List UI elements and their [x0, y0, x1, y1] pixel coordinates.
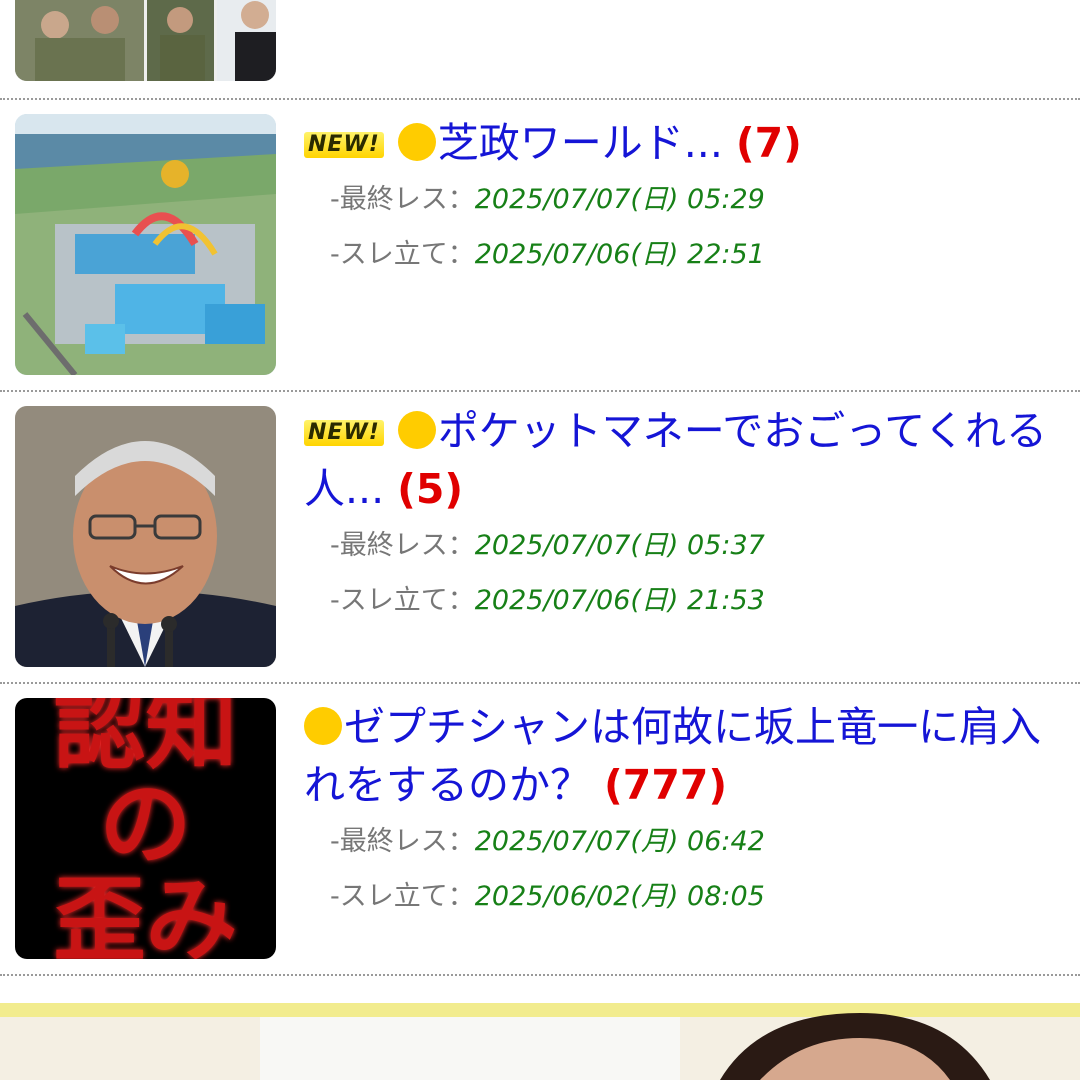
- thread-thumbnail[interactable]: [15, 406, 276, 667]
- thread-thumbnail[interactable]: 認知 の 歪み: [15, 698, 276, 959]
- thread-title-line[interactable]: NEW! 芝政ワールド... (7): [304, 114, 1056, 172]
- last-res-date: 2025/07/07(日) 05:37: [474, 530, 765, 561]
- last-res-label: -最終レス：: [330, 826, 475, 857]
- created-label: -スレ立て：: [330, 239, 475, 270]
- thread-item[interactable]: NEW! 芝政ワールド... (7) -最終レス：2025/07/07(日) 05…: [0, 100, 1080, 392]
- created-date: 2025/06/02(月) 08:05: [474, 881, 765, 912]
- status-dot-icon: [397, 123, 436, 161]
- reply-count: (777): [604, 761, 728, 809]
- thumb-text: の: [99, 770, 192, 878]
- last-res-date: 2025/07/07(月) 06:42: [474, 826, 765, 857]
- thread-item[interactable]: 認知 の 歪み ゼプチシャンは何故に坂上竜一に肩入れをするのか？ (777) -…: [0, 684, 1080, 976]
- thread-info: ゼプチシャンは何故に坂上竜一に肩入れをするのか？ (777) -最終レス：202…: [304, 698, 1056, 924]
- created-date: 2025/07/06(日) 22:51: [474, 239, 765, 270]
- created-date: 2025/07/06(日) 21:53: [474, 585, 765, 616]
- thread-title-line[interactable]: NEW! ポケットマネーでおごってくれる人... (5): [304, 402, 1056, 518]
- created-label: -スレ立て：: [330, 585, 475, 616]
- reply-count: (7): [735, 119, 802, 167]
- last-res-label: -最終レス：: [330, 184, 475, 215]
- thread-list-page: NEW! 芝政ワールド... (7) -最終レス：2025/07/07(日) 05…: [0, 0, 1080, 1080]
- thread-title-line[interactable]: ゼプチシャンは何故に坂上竜一に肩入れをするのか？ (777): [304, 698, 1056, 814]
- status-dot-icon: [304, 707, 342, 745]
- reply-count: (5): [397, 465, 464, 513]
- created-line: -スレ立て：2025/07/06(日) 22:51: [304, 227, 1056, 282]
- thread-item[interactable]: NEW! ポケットマネーでおごってくれる人... (5) -最終レス：2025/0…: [0, 392, 1080, 684]
- thread-info: NEW! 芝政ワールド... (7) -最終レス：2025/07/07(日) 05…: [304, 114, 1056, 282]
- created-label: -スレ立て：: [330, 881, 475, 912]
- thumb-text: 歪み: [53, 866, 238, 959]
- thumb-text: 認知: [53, 698, 238, 782]
- created-line: -スレ立て：2025/06/02(月) 08:05: [304, 869, 1056, 924]
- last-res-line: -最終レス：2025/07/07(日) 05:37: [304, 518, 1056, 573]
- last-res-line: -最終レス：2025/07/07(月) 06:42: [304, 814, 1056, 869]
- last-res-date: 2025/07/07(日) 05:29: [474, 184, 765, 215]
- last-res-label: -最終レス：: [330, 530, 475, 561]
- ad-banner[interactable]: [0, 1003, 1080, 1080]
- status-dot-icon: [397, 411, 436, 449]
- new-badge: NEW!: [304, 420, 384, 446]
- created-line: -スレ立て：2025/07/06(日) 21:53: [304, 573, 1056, 628]
- thread-thumbnail[interactable]: [15, 114, 276, 375]
- thread-title[interactable]: 芝政ワールド...: [438, 119, 723, 167]
- thread-info: NEW! ポケットマネーでおごってくれる人... (5) -最終レス：2025/0…: [304, 402, 1056, 628]
- last-res-line: -最終レス：2025/07/07(日) 05:29: [304, 172, 1056, 227]
- thread-thumbnail[interactable]: [15, 0, 276, 81]
- new-badge: NEW!: [304, 132, 384, 158]
- thread-item[interactable]: [0, 0, 1080, 100]
